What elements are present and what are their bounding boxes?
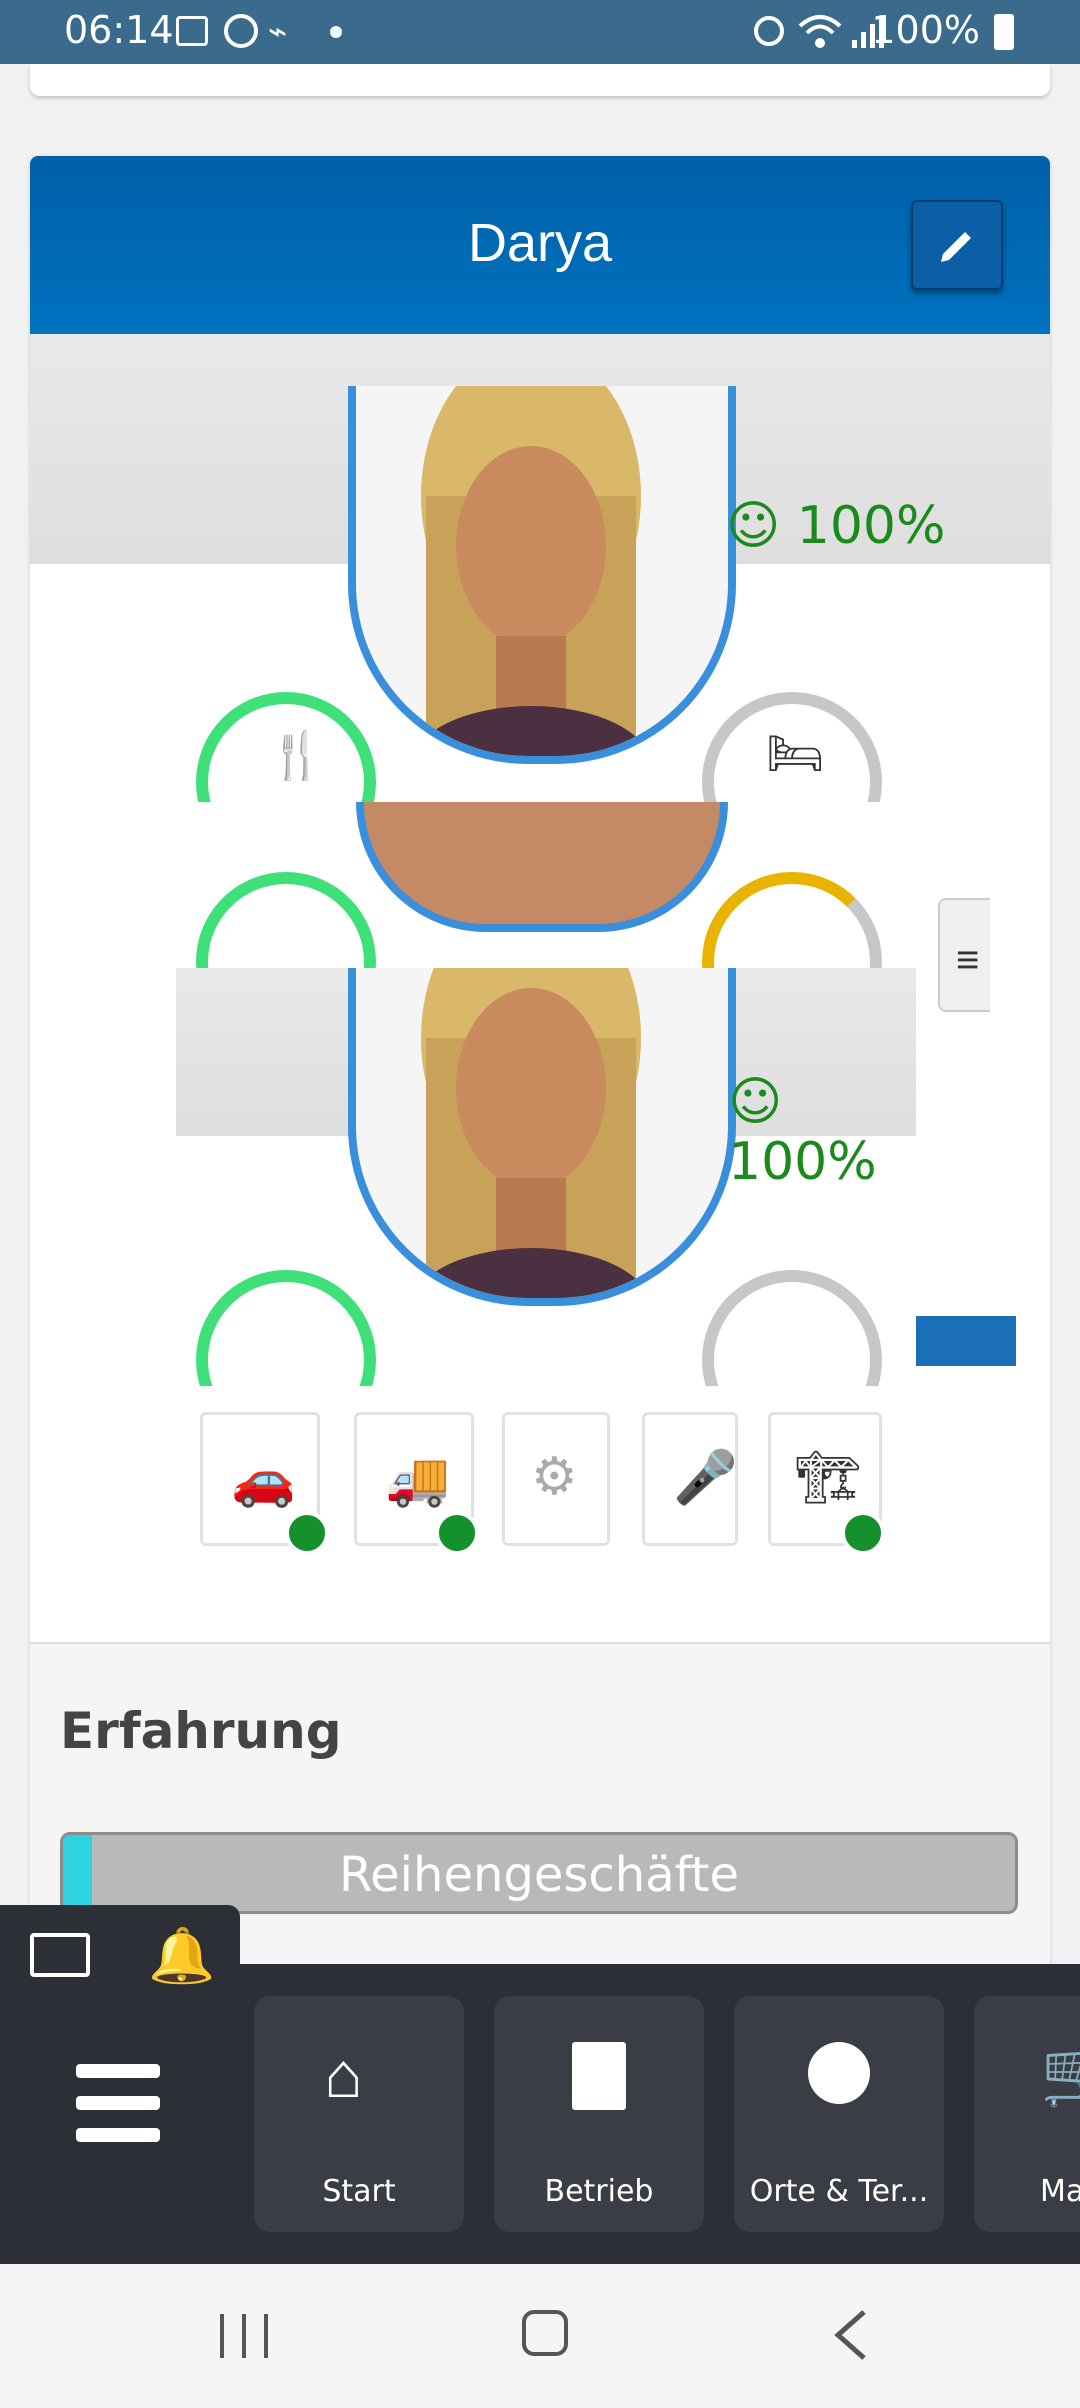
mood-indicator: ☺ 100%: [726, 496, 945, 556]
pencil-icon: [941, 232, 971, 262]
car-icon: 🚗: [231, 1451, 296, 1509]
nav-orte[interactable]: Orte & Ter...: [734, 1996, 944, 2232]
nav-betrieb-label: Betrieb: [544, 2174, 654, 2209]
smiley-icon: ☺: [728, 1072, 783, 1132]
overlay-sleep-gauge: [702, 1270, 882, 1386]
microphone-icon: 🎤: [673, 1449, 738, 1507]
overlay-portrait: [348, 968, 736, 1306]
recent-apps-icon: [220, 2314, 224, 2358]
status-bar: 06:14 ⌁ 100%: [0, 0, 1080, 64]
experience-progress-bar: Reihengeschäfte: [60, 1832, 1018, 1914]
status-time: 06:14: [64, 8, 174, 52]
skill-truck[interactable]: 🚚: [354, 1412, 479, 1555]
overlay-blue-strip: [916, 1316, 1016, 1366]
check-icon: [841, 1511, 885, 1555]
home-icon: ⌂: [324, 2039, 363, 2111]
overlay-hunger-gauge: [196, 1270, 376, 1386]
gallery-icon: [176, 16, 208, 46]
notifications-button[interactable]: 🔔: [148, 1925, 215, 1986]
employee-name: Darya: [467, 213, 613, 273]
home-button[interactable]: [522, 2310, 568, 2356]
back-button[interactable]: [830, 2308, 870, 2362]
skill-microphone[interactable]: 🎤: [642, 1412, 738, 1546]
nav-start-label: Start: [322, 2174, 396, 2209]
employee-portrait: [348, 386, 736, 764]
skill-car[interactable]: 🚗: [200, 1412, 329, 1555]
nav-start[interactable]: ⌂ Start: [254, 1996, 464, 2232]
gear-icon: ⚙: [531, 1448, 578, 1506]
ghost-portrait: [356, 802, 728, 932]
battery-percent: 100%: [871, 8, 980, 52]
dot-icon: [330, 26, 342, 38]
hamburger-line: [76, 2096, 160, 2110]
previous-card-bottom: [30, 64, 1050, 96]
notification-box: 🔔: [0, 1905, 240, 1997]
overlay-mood-indicator: ☺ 100%: [728, 1072, 916, 1192]
battery-icon: [994, 14, 1014, 50]
skill-crane[interactable]: 🏗: [768, 1412, 885, 1555]
nav-markt[interactable]: 🛒 Ma: [974, 1996, 1080, 2232]
overlay-face-image: [412, 968, 650, 1298]
bed-icon: 🛏: [766, 727, 825, 779]
alarm-icon: [224, 14, 258, 48]
check-icon: [285, 1511, 329, 1555]
fork-knife-icon: 🍴: [268, 729, 326, 781]
system-navigation-bar: [0, 2264, 1080, 2408]
experience-label: Reihengeschäfte: [338, 1847, 740, 1903]
bottom-navigation: ⌂ Start Betrieb Orte & Ter... 🛒 Ma: [0, 1964, 1080, 2264]
hamburger-icon: [76, 2064, 160, 2078]
alarm-icon-right: [754, 16, 784, 46]
smiley-icon: ☺: [726, 496, 781, 556]
overlay-mood-percent: 100%: [728, 1132, 877, 1192]
menu-icon: ≡: [956, 938, 980, 982]
employee-face-image: [412, 386, 650, 756]
experience-title: Erfahrung: [60, 1702, 342, 1760]
mood-percent: 100%: [796, 496, 946, 556]
cart-icon: 🛒: [1040, 2037, 1080, 2109]
recent-apps-line: [242, 2314, 246, 2358]
building-icon: [572, 2042, 626, 2110]
wifi-icon: [798, 15, 842, 48]
nav-betrieb[interactable]: Betrieb: [494, 1996, 704, 2232]
bell-icon: 🔔: [148, 1926, 216, 1986]
globe-icon: [808, 2042, 870, 2104]
hamburger-line: [76, 2128, 160, 2142]
edit-name-button[interactable]: [911, 200, 1003, 290]
crane-truck-icon: 🏗: [795, 1449, 862, 1507]
recent-apps-line: [264, 2314, 268, 2358]
check-icon: [435, 1511, 479, 1555]
skill-gear[interactable]: ⚙: [502, 1412, 610, 1546]
mail-button[interactable]: [30, 1933, 90, 1977]
ghost-menu-button[interactable]: ≡: [938, 898, 990, 1012]
truck-icon: 🚚: [385, 1451, 450, 1509]
back-chevron-icon: [834, 2310, 866, 2360]
recent-apps-button[interactable]: [220, 2314, 270, 2358]
nav-orte-label: Orte & Ter...: [749, 2174, 929, 2209]
nav-markt-label: Ma: [1040, 2174, 1080, 2209]
main-menu-button[interactable]: [40, 2044, 200, 2194]
card-header: Darya: [30, 156, 1050, 334]
overlay-profile-panel: ☺ 100%: [176, 968, 916, 1386]
playstation-icon: ⌁: [268, 13, 288, 49]
